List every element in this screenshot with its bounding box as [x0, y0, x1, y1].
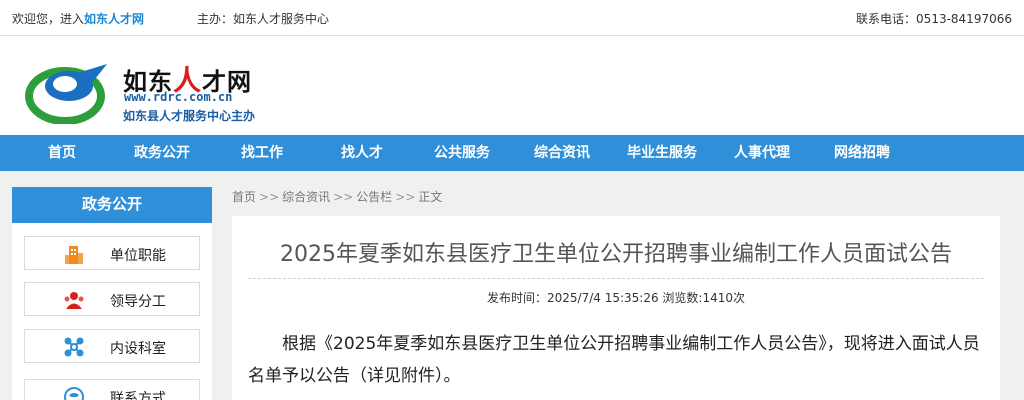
nav-item-home[interactable]: 首页 — [22, 135, 102, 171]
host-text: 主办：如东人才服务中心 — [197, 12, 330, 26]
nav-item-online-recruit[interactable]: 网络招聘 — [822, 135, 902, 171]
sidebar-item-contact[interactable]: 联系方式 — [24, 379, 200, 400]
sidebar-item-label: 领导分工 — [110, 294, 166, 310]
nav-item-find-talent[interactable]: 找人才 — [322, 135, 402, 171]
breadcrumb-home[interactable]: 首页 — [232, 190, 256, 204]
contact-phone: 联系电话：0513-84197066 — [856, 12, 1012, 26]
sidebar-item-leadership[interactable]: 领导分工 — [24, 282, 200, 316]
welcome-prefix: 欢迎您，进入 — [12, 12, 85, 26]
breadcrumb-current: 正文 — [418, 190, 443, 204]
site-name-link[interactable]: 如东人才网 — [84, 12, 144, 26]
welcome-text: 欢迎您，进入如东人才网 — [12, 10, 144, 27]
org-chart-icon — [64, 337, 84, 357]
top-bar: 欢迎您，进入如东人才网 主办：如东人才服务中心 联系电话：0513-841970… — [0, 0, 1024, 36]
article-meta: 发布时间：2025/7/4 15:35:26 浏览数:1410次 — [486, 291, 745, 305]
logo-url: www.rdrc.com.cn — [124, 90, 233, 104]
building-icon — [65, 246, 83, 264]
breadcrumb: 首页 >> 综合资讯 >> 公告栏 >> 正文 — [232, 190, 443, 204]
sidebar-item-label: 单位职能 — [110, 248, 166, 264]
sidebar-title: 政务公开 — [12, 187, 212, 223]
people-icon — [64, 292, 84, 309]
nav-item-personnel-agency[interactable]: 人事代理 — [722, 135, 802, 171]
sidebar-item-departments[interactable]: 内设科室 — [24, 329, 200, 363]
sidebar-item-label: 联系方式 — [110, 391, 166, 400]
nav-item-news[interactable]: 综合资讯 — [522, 135, 602, 171]
phone-icon — [64, 387, 84, 400]
article-title: 2025年夏季如东县医疗卫生单位公开招聘事业编制工作人员面试公告 — [280, 242, 952, 267]
title-divider — [248, 278, 984, 279]
breadcrumb-bulletin[interactable]: 公告栏 — [356, 190, 392, 204]
nav-item-gov-affairs[interactable]: 政务公开 — [122, 135, 202, 171]
article-panel: 2025年夏季如东县医疗卫生单位公开招聘事业编制工作人员面试公告 发布时间：20… — [232, 216, 1000, 400]
sidebar: 政务公开 单位职能 领导分工 内设科室 联系方式 — [12, 187, 212, 400]
logo-icon[interactable] — [25, 62, 109, 124]
breadcrumb-news[interactable]: 综合资讯 — [282, 190, 330, 204]
sidebar-item-unit-functions[interactable]: 单位职能 — [24, 236, 200, 270]
sidebar-item-label: 内设科室 — [110, 341, 166, 357]
logo-slogan: 如东县人才服务中心主办 — [123, 109, 256, 123]
article-body: 根据《2025年夏季如东县医疗卫生单位公开招聘事业编制工作人员公告》，现将进入面… — [248, 334, 980, 386]
site-header: 如东人才网 www.rdrc.com.cn 如东县人才服务中心主办 — [0, 36, 1024, 135]
nav-item-public-service[interactable]: 公共服务 — [422, 135, 502, 171]
nav-item-find-job[interactable]: 找工作 — [222, 135, 302, 171]
main-nav: 首页 政务公开 找工作 找人才 公共服务 综合资讯 毕业生服务 人事代理 网络招… — [0, 135, 1024, 171]
nav-item-graduate[interactable]: 毕业生服务 — [616, 135, 708, 171]
